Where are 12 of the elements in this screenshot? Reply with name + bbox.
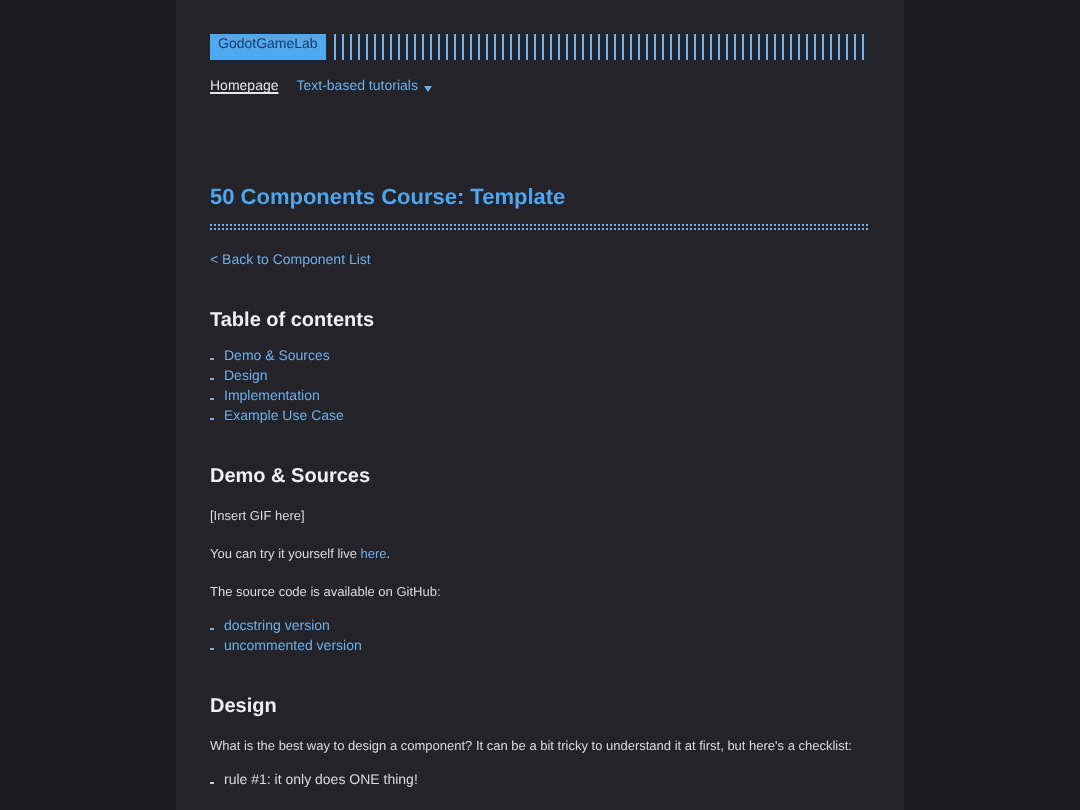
- caret-icon: [423, 85, 432, 92]
- dash-icon: [210, 358, 214, 360]
- dash-icon: [210, 648, 214, 650]
- section-heading: Table of contents: [210, 312, 377, 332]
- section-heading: Design: [210, 698, 279, 718]
- section-heading: Demo & Sources: [210, 468, 373, 488]
- dash-icon: [210, 378, 214, 380]
- dash-icon: [210, 418, 214, 420]
- page-title: 50 Components Course: Template: [210, 187, 568, 209]
- dash-icon: [210, 628, 214, 630]
- dash-icon: [210, 782, 214, 784]
- dash-icon: [210, 398, 214, 400]
